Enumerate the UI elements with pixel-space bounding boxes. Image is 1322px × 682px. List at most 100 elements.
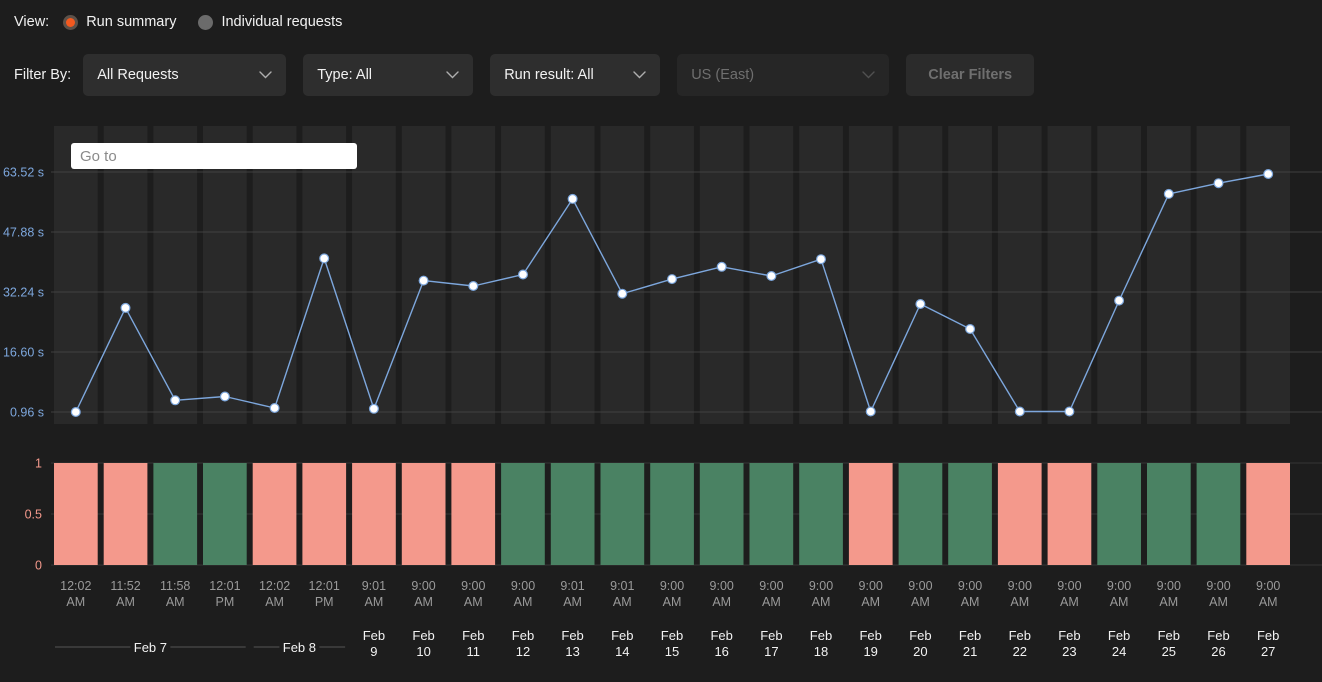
dropdown-run-result-value: Run result: All [504,67,594,83]
data-point[interactable] [716,261,727,272]
chevron-down-icon [633,71,646,79]
data-point[interactable] [815,254,826,265]
result-bar[interactable] [550,463,595,565]
result-bar[interactable] [302,463,347,565]
result-bar[interactable] [54,463,98,565]
result-bar[interactable] [501,463,545,565]
data-point[interactable] [1014,406,1025,417]
x-axis-time-label: 9:01 [560,579,584,593]
data-point[interactable] [269,403,280,414]
radio-option-individual-requests[interactable]: Individual requests [198,14,342,30]
chart-column-band [1097,126,1141,424]
chart-column-band [401,126,446,424]
dropdown-region: US (East) [677,54,890,96]
result-bar[interactable] [848,463,893,565]
result-bar[interactable] [1097,463,1141,565]
data-point[interactable] [517,269,528,280]
result-bar[interactable] [153,463,198,565]
chevron-down-icon [446,71,459,79]
result-bar[interactable] [401,463,446,565]
x-axis-time-label: 12:02 [259,579,290,593]
result-bar[interactable] [352,463,396,565]
x-axis-meridiem-label: AM [613,595,632,609]
chart-column-band [600,126,645,424]
x-axis-date-group-label: Feb 8 [283,640,316,655]
x-axis-meridiem-label: AM [1010,595,1029,609]
result-bar[interactable] [650,463,694,565]
data-point[interactable] [865,406,876,417]
result-bar[interactable] [1047,463,1092,565]
x-axis-meridiem-label: AM [166,595,185,609]
data-point[interactable] [219,391,230,402]
x-axis-date-group-label: Feb [462,628,484,643]
data-point[interactable] [70,407,81,418]
data-point[interactable] [1064,406,1075,417]
go-to-input[interactable] [71,143,357,169]
result-bar[interactable] [898,463,943,565]
result-bar[interactable] [1147,463,1191,565]
result-bar[interactable] [1246,463,1290,565]
x-axis-date-group-label: Feb [1108,628,1130,643]
data-point[interactable] [617,288,628,299]
data-point[interactable] [468,281,479,292]
dropdown-all-requests-value: All Requests [97,67,179,83]
result-bar[interactable] [252,463,297,565]
data-point[interactable] [766,271,777,282]
result-bar[interactable] [203,463,247,565]
x-axis-meridiem-label: AM [1159,595,1178,609]
data-point[interactable] [915,299,926,310]
chart-column-band [252,126,297,424]
x-axis-meridiem-label: AM [365,595,384,609]
x-axis-date-group-label: Feb [1009,628,1031,643]
data-point[interactable] [567,193,578,204]
radio-label-individual-requests: Individual requests [221,14,343,30]
x-axis-date-group-label: Feb [363,628,385,643]
x-axis-meridiem-label: AM [414,595,433,609]
x-axis-date-group-day: 24 [1112,644,1126,659]
data-point[interactable] [418,275,429,286]
dropdown-type[interactable]: Type: All [303,54,474,96]
dropdown-run-result[interactable]: Run result: All [490,54,661,96]
result-bar[interactable] [699,463,744,565]
x-axis-time-label: 12:01 [309,579,340,593]
data-point[interactable] [965,324,976,335]
x-axis-time-label: 9:00 [1057,579,1081,593]
data-point[interactable] [319,253,330,264]
data-point[interactable] [170,395,181,406]
x-axis-meridiem-label: PM [315,595,334,609]
dropdown-all-requests[interactable]: All Requests [83,54,287,96]
data-point[interactable] [120,302,131,313]
x-axis-date-group-label: Feb [760,628,782,643]
result-bar[interactable] [451,463,496,565]
result-bar[interactable] [997,463,1042,565]
x-axis-time-label: 9:00 [461,579,485,593]
x-axis-date-group-label: Feb [859,628,881,643]
x-axis-date-group-label: Feb [611,628,633,643]
chart-column-band [948,126,992,424]
x-axis-time-label: 11:52 [110,579,140,593]
x-axis-meridiem-label: AM [1110,595,1129,609]
result-bar[interactable] [948,463,992,565]
x-axis-meridiem-label: AM [464,595,483,609]
result-bar[interactable] [749,463,794,565]
x-axis-date-group-label: Feb [1158,628,1180,643]
data-point[interactable] [1263,168,1274,179]
radio-option-run-summary[interactable]: Run summary [63,14,176,30]
result-bar[interactable] [1196,463,1241,565]
x-axis-time-label: 9:00 [958,579,982,593]
data-point[interactable] [1114,295,1125,306]
view-toolbar: View: Run summary Individual requests [0,0,1322,44]
data-point[interactable] [666,274,677,285]
x-axis-time-label: 9:00 [1157,579,1181,593]
runs-chart[interactable]: 0.96 s16.60 s32.24 s47.88 s63.52 s00.511… [0,106,1322,682]
x-axis-date-group-day: 23 [1062,644,1076,659]
data-point[interactable] [368,403,379,414]
data-point[interactable] [1213,178,1224,189]
x-axis-date-group-label: Feb 7 [134,640,167,655]
result-bar[interactable] [799,463,843,565]
data-point[interactable] [1163,188,1174,199]
chart-column-band [699,126,744,424]
x-axis-meridiem-label: AM [1209,595,1228,609]
result-bar[interactable] [103,463,148,565]
result-bar[interactable] [600,463,645,565]
